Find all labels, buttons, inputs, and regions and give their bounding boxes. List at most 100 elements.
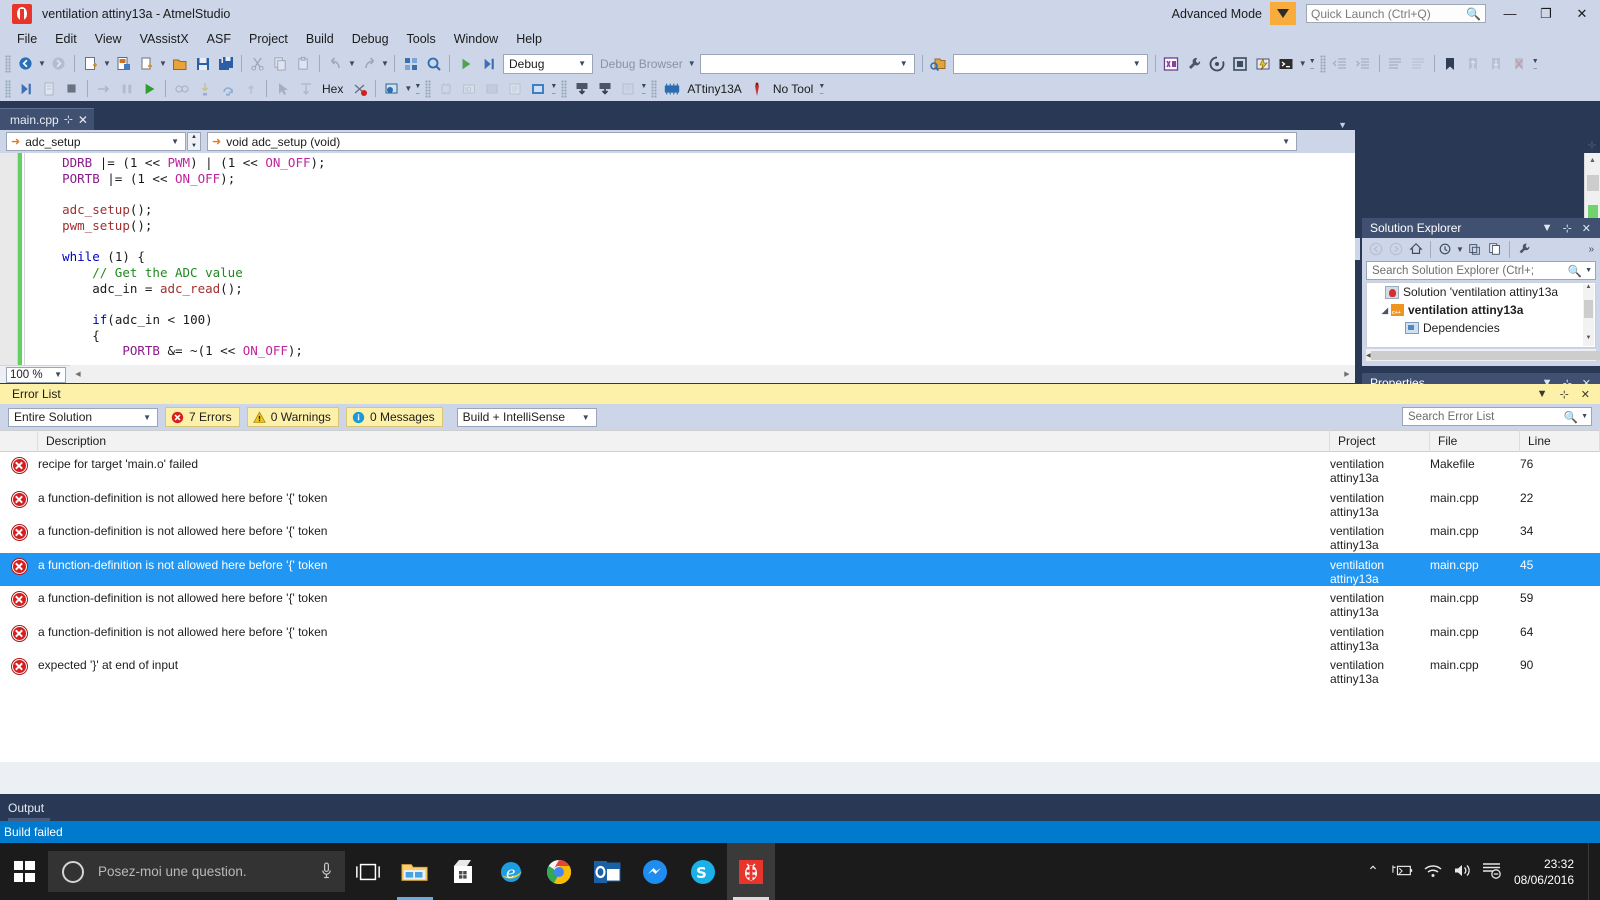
- menu-help[interactable]: Help: [507, 29, 551, 49]
- forward-icon[interactable]: [1386, 239, 1406, 259]
- scroll-left-icon[interactable]: ◀: [70, 370, 86, 378]
- hex-toggle-label[interactable]: Hex: [317, 82, 348, 96]
- program-device-2-icon[interactable]: [594, 78, 615, 99]
- toolbar-overflow-icon-4[interactable]: ▼ _: [549, 78, 558, 99]
- warnings-toggle[interactable]: 0 Warnings: [246, 407, 339, 427]
- previous-bookmark-icon[interactable]: [1463, 53, 1484, 74]
- minimize-button[interactable]: —: [1492, 0, 1528, 27]
- advanced-mode-flag-icon[interactable]: [1270, 2, 1296, 25]
- taskbar-app-microsoft-store[interactable]: [439, 843, 487, 900]
- menu-vassistx[interactable]: VAssistX: [131, 29, 198, 49]
- program-device-icon[interactable]: [571, 78, 592, 99]
- scroll-right-icon[interactable]: ▶: [1339, 370, 1355, 378]
- scroll-up-icon[interactable]: ▲: [1585, 153, 1600, 168]
- back-icon[interactable]: [1366, 239, 1386, 259]
- navigate-backward-dropdown-icon[interactable]: ▼: [37, 53, 47, 74]
- function-scope-select[interactable]: ➜ void adc_setup (void) ▼: [207, 132, 1297, 151]
- properties-icon[interactable]: [1514, 239, 1534, 259]
- disassembly-icon[interactable]: [504, 78, 525, 99]
- messages-toggle[interactable]: 0 Messages: [345, 407, 443, 427]
- solution-tree-horizontal-scrollbar[interactable]: ◀ ▶: [1366, 349, 1600, 361]
- solution-explorer-search-input[interactable]: Search Solution Explorer (Ctrl+; 🔍 ▼: [1366, 261, 1596, 280]
- taskbar-app-google-chrome[interactable]: [535, 843, 583, 900]
- show-next-statement-icon[interactable]: [171, 78, 192, 99]
- taskbar-app-skype[interactable]: S: [679, 843, 727, 900]
- table-row[interactable]: a function-definition is not allowed her…: [0, 620, 1600, 654]
- taskbar-app-outlook[interactable]: [583, 843, 631, 900]
- add-existing-dropdown-icon[interactable]: ▼: [158, 53, 168, 74]
- task-view-button[interactable]: [345, 843, 391, 900]
- find-combo[interactable]: ▼: [952, 53, 1148, 74]
- chevron-down-icon[interactable]: ▼: [1531, 388, 1554, 400]
- column-header-project[interactable]: Project: [1330, 430, 1430, 452]
- registers-view-icon[interactable]: [481, 78, 502, 99]
- editor-split-handle[interactable]: ✛: [1584, 138, 1600, 152]
- step-out-icon[interactable]: [240, 78, 261, 99]
- output-tab-bar[interactable]: Output: [0, 794, 1600, 821]
- error-list-rows[interactable]: recipe for target 'main.o' failed ventila…: [0, 452, 1600, 762]
- restore-button[interactable]: ❐: [1528, 0, 1564, 27]
- step-over-2-icon[interactable]: [217, 78, 238, 99]
- scrollbar-thumb[interactable]: [1370, 350, 1600, 360]
- start-button[interactable]: [0, 843, 48, 900]
- microphone-icon[interactable]: [320, 861, 333, 883]
- command-prompt-icon[interactable]: [1276, 53, 1297, 74]
- error-list-search-input[interactable]: Search Error List 🔍 ▼: [1402, 407, 1592, 426]
- code-editor[interactable]: DDRB |= (1 << PWM) | (1 << ON_OFF); PORT…: [0, 153, 1355, 365]
- chevron-down-icon[interactable]: ▼: [1338, 120, 1355, 130]
- pointer-icon[interactable]: [272, 78, 293, 99]
- toolbar-overflow-icon-5[interactable]: ▼ _: [639, 78, 648, 99]
- chevron-down-icon[interactable]: ▼: [1578, 413, 1588, 420]
- toolbar-grip-3[interactable]: [5, 79, 11, 98]
- toolbar-grip-5[interactable]: [561, 79, 568, 98]
- wifi-icon[interactable]: [1418, 863, 1448, 881]
- pin-icon[interactable]: ⊹: [64, 113, 73, 126]
- volume-icon[interactable]: [1448, 863, 1478, 881]
- close-button[interactable]: ✕: [1564, 0, 1600, 27]
- toggle-bookmark-icon[interactable]: [1440, 53, 1461, 74]
- clear-bookmarks-icon[interactable]: [1509, 53, 1530, 74]
- taskbar-app-messenger[interactable]: [631, 843, 679, 900]
- taskbar-app-file-explorer[interactable]: [391, 843, 439, 900]
- member-scope-select[interactable]: ➜ adc_setup ▼: [6, 132, 186, 151]
- debug-browser-dropdown-icon[interactable]: ▼: [687, 53, 697, 74]
- increase-indent-icon[interactable]: [1353, 53, 1374, 74]
- device-programming-icon[interactable]: [1253, 53, 1274, 74]
- save-all-icon[interactable]: [215, 53, 236, 74]
- menu-debug[interactable]: Debug: [343, 29, 398, 49]
- toolbar-grip-6[interactable]: [651, 79, 658, 98]
- open-file-icon[interactable]: [169, 53, 190, 74]
- taskbar-app-internet-explorer[interactable]: e: [487, 843, 535, 900]
- chevron-down-icon[interactable]: ▼: [1537, 222, 1558, 234]
- debug-browser-select[interactable]: ▼: [699, 53, 915, 74]
- break-all-icon[interactable]: [116, 78, 137, 99]
- close-icon[interactable]: ✕: [78, 113, 88, 127]
- table-row[interactable]: a function-definition is not allowed her…: [0, 586, 1600, 620]
- source-select[interactable]: Build + IntelliSense ▼: [456, 407, 597, 427]
- cortana-search-box[interactable]: Posez-moi une question.: [48, 851, 345, 892]
- add-new-item-icon[interactable]: [113, 53, 134, 74]
- home-icon[interactable]: [1406, 239, 1426, 259]
- column-header-file[interactable]: File: [1430, 430, 1520, 452]
- show-desktop-button[interactable]: [1588, 843, 1594, 900]
- tab-main-cpp[interactable]: main.cpp ⊹ ✕: [0, 108, 94, 130]
- action-center-icon[interactable]: [1478, 862, 1508, 882]
- copy-icon[interactable]: [270, 53, 291, 74]
- taskbar-app-atmel-studio[interactable]: [727, 843, 775, 900]
- tree-node-project[interactable]: ◢ ventilation attiny13a: [1367, 301, 1595, 319]
- toolbar-grip-4[interactable]: [425, 79, 432, 98]
- clock[interactable]: 23:32 08/06/2016: [1508, 856, 1588, 888]
- add-existing-item-icon[interactable]: [136, 53, 157, 74]
- menu-tools[interactable]: Tools: [398, 29, 445, 49]
- next-bookmark-icon[interactable]: [1486, 53, 1507, 74]
- device-chip-icon[interactable]: [661, 78, 682, 99]
- processor-view-icon[interactable]: [435, 78, 456, 99]
- quick-launch-input[interactable]: Quick Launch (Ctrl+Q) 🔍: [1306, 4, 1486, 23]
- scroll-up-icon[interactable]: ▲: [1583, 284, 1594, 295]
- toolbar-overflow-icon[interactable]: ▼ _: [1308, 53, 1317, 74]
- find-in-files-icon[interactable]: [928, 53, 949, 74]
- align-icon[interactable]: [295, 78, 316, 99]
- editor-horizontal-scrollbar[interactable]: ◀ ▶: [70, 365, 1355, 383]
- toolbar-overflow-icon-6[interactable]: ▼ _: [817, 78, 826, 99]
- toolbar-overflow-icon-3[interactable]: ▼ _: [413, 78, 422, 99]
